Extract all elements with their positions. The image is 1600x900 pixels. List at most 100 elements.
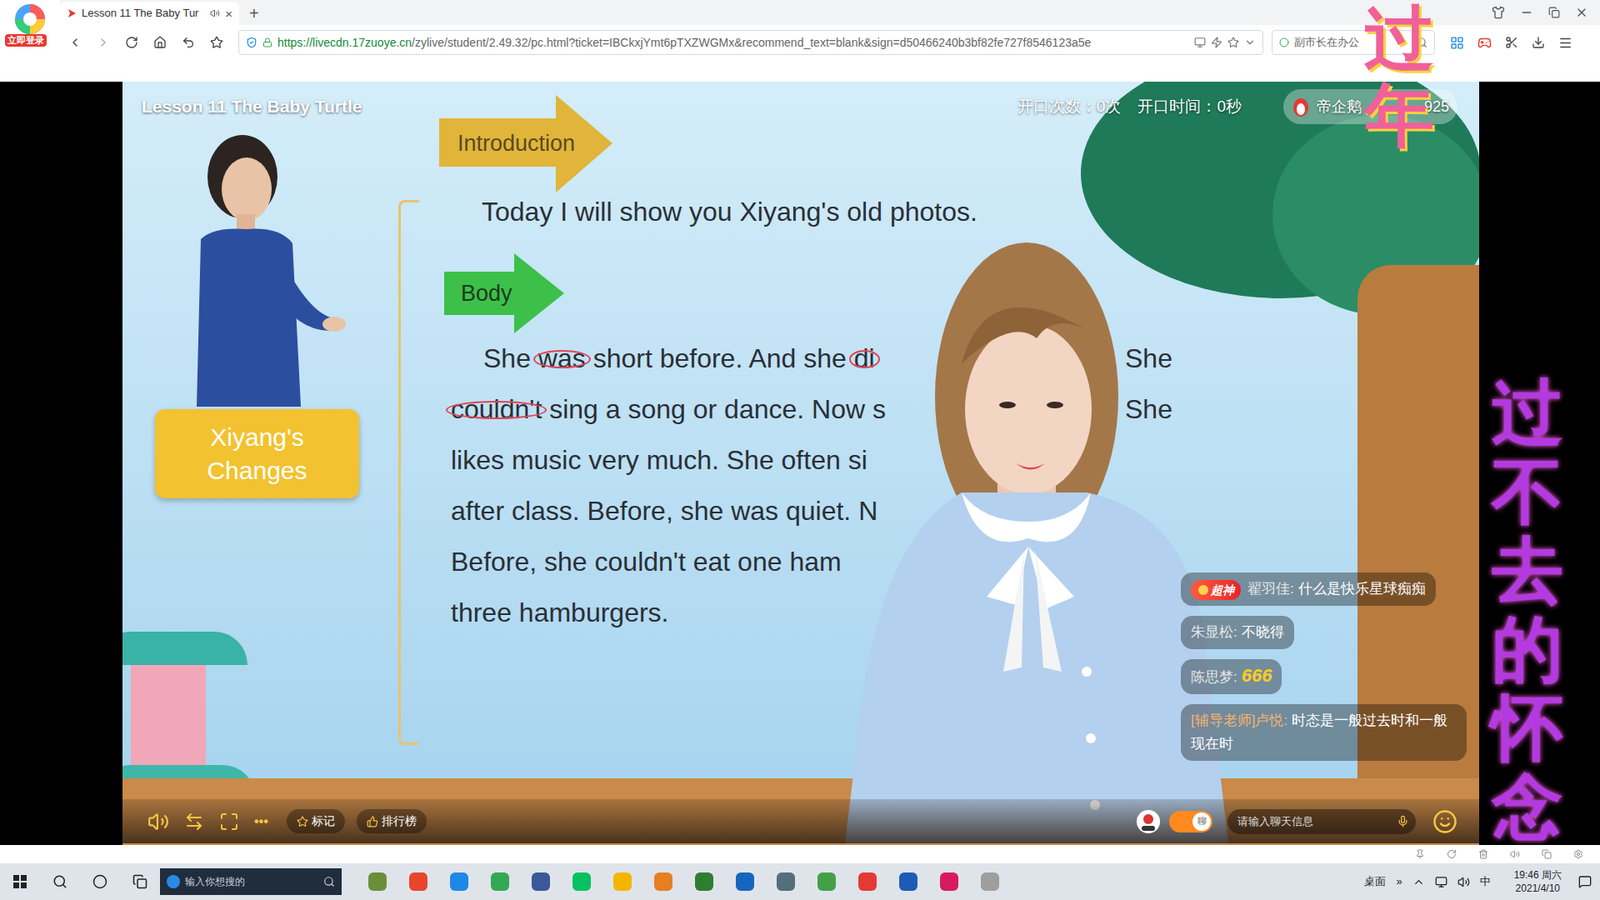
screenshot-icon[interactable] [1505,35,1519,50]
new-tab-button[interactable]: + [249,5,260,22]
skin-icon[interactable] [1491,5,1505,20]
emoji-icon[interactable] [1432,809,1458,835]
body-line: likes music very much. She often si [450,435,978,486]
clear-icon[interactable] [1478,849,1489,860]
user-avatar-icon[interactable] [1135,809,1161,835]
forward-icon[interactable] [96,35,110,50]
browser-tab[interactable]: Lesson 11 The Baby Tur× [60,1,240,25]
home-icon[interactable] [153,35,167,50]
volume-tray-icon[interactable] [1457,875,1470,889]
tab-audio-icon[interactable] [210,8,220,19]
more-button[interactable]: ••• [254,811,269,832]
taskbar-search-icon[interactable] [52,874,68,890]
apps-icon[interactable] [1450,35,1465,50]
bookmark-star-icon[interactable] [210,35,224,50]
taskbar-app[interactable] [356,863,398,900]
dropdown-icon[interactable] [1244,36,1256,49]
network-icon[interactable] [1435,875,1448,889]
settings-icon[interactable] [1573,849,1584,860]
toolbar-strip [0,60,1600,82]
chat-text: 不晓得 [1241,624,1285,640]
level-badge: 超神 [1190,580,1241,600]
notification-icon[interactable] [1578,875,1592,889]
window-icon[interactable] [1541,849,1552,860]
back-icon[interactable] [68,35,82,50]
reader-icon[interactable] [1194,36,1206,49]
menu-icon[interactable] [1558,35,1573,50]
app-icon [572,872,591,891]
thumb-icon [366,815,379,828]
app-icon [613,872,632,891]
taskbar-app[interactable] [969,863,1010,900]
refresh-icon[interactable] [1446,849,1457,860]
url-text: https://livecdn.17zuoye.cn/zylive/studen… [277,34,1190,52]
body-line: She was short before. And she diShe [450,333,978,385]
taskbar-app[interactable] [601,863,643,900]
ranking-button[interactable]: 排行榜 [356,809,427,834]
taskbar-app[interactable] [479,863,520,900]
control-bar: ••• 标记排行榜 聊 [122,799,1480,844]
taskbar-app[interactable] [520,863,561,900]
taskbar-app[interactable] [928,863,970,900]
ime-indicator[interactable]: 中 [1480,873,1491,890]
favorite-icon[interactable] [1227,36,1240,49]
taskbar-app[interactable] [765,863,806,900]
line-tail: She [1125,333,1173,385]
game-icon[interactable] [1477,35,1492,50]
reload-icon[interactable] [125,35,139,50]
chat-toggle[interactable]: 聊 [1169,810,1213,833]
undo-icon[interactable] [181,35,195,50]
mark-button[interactable]: 标记 [286,809,345,834]
download-icon[interactable] [1531,35,1545,50]
restore-icon[interactable] [1548,6,1560,19]
taskbar-app[interactable] [397,863,439,900]
address-field[interactable]: https://livecdn.17zuoye.cn/zylive/studen… [238,30,1264,55]
login-badge[interactable]: 立即登录 [5,34,47,47]
circle-mark [445,400,547,420]
taskbar-app[interactable] [805,863,847,900]
minimize-icon[interactable] [1520,5,1534,20]
chat-input[interactable] [1227,809,1416,835]
taskbar-app[interactable] [887,863,929,900]
edge-icon [166,875,180,889]
fullscreen-icon[interactable] [219,811,240,832]
task-view-icon[interactable] [132,874,148,890]
clock[interactable]: 19:46 周六2021/4/10 [1514,868,1562,895]
chat-name: 朱显松: [1190,624,1238,640]
app-icon [531,872,550,891]
taskbar-app[interactable] [846,863,888,900]
app-icon [695,872,714,891]
cortana-icon[interactable] [92,874,108,890]
start-button[interactable] [0,875,40,889]
taskbar-app[interactable] [724,863,765,900]
page-area: Xiyang's ChangesIntroductionToday I will… [0,81,1600,845]
app-icon [735,872,755,891]
circle-mark [533,350,591,369]
tray-expand-icon[interactable] [1412,875,1425,889]
desktop-toolbar[interactable]: 桌面 [1364,873,1386,890]
taskbar: 输入你想搜的 桌面 » 中 19:46 周六2021/4/10 [0,863,1600,900]
browser-logo[interactable]: 立即登录 [0,0,60,60]
mic-icon[interactable] [1396,815,1410,828]
bracket [398,200,420,745]
taskbar-app[interactable] [560,863,602,900]
mute-icon[interactable] [1510,849,1520,860]
speed-icon[interactable] [1210,36,1223,49]
taskbar-app[interactable] [438,863,480,900]
chat-message: 陈思梦:666 [1180,659,1282,695]
taskbar-app[interactable] [642,863,684,900]
taskbar-app[interactable] [683,863,725,900]
app-icon [490,872,510,891]
app-icon [450,872,469,891]
switch-icon[interactable] [184,811,205,832]
tab-close[interactable]: × [225,7,233,20]
toolbar-overflow[interactable]: » [1395,873,1402,890]
close-window-icon[interactable] [1575,5,1589,20]
pin-icon[interactable] [1415,849,1425,860]
volume-icon[interactable] [147,810,170,833]
browser-header: 立即登录 Lesson 11 The Baby Tur× + https://live… [0,0,1600,82]
app-icon [858,872,877,891]
shield-icon [245,36,258,49]
introduction-text: Today I will show you Xiyang's old photo… [481,195,978,229]
taskbar-search-box[interactable]: 输入你想搜的 [160,868,342,895]
